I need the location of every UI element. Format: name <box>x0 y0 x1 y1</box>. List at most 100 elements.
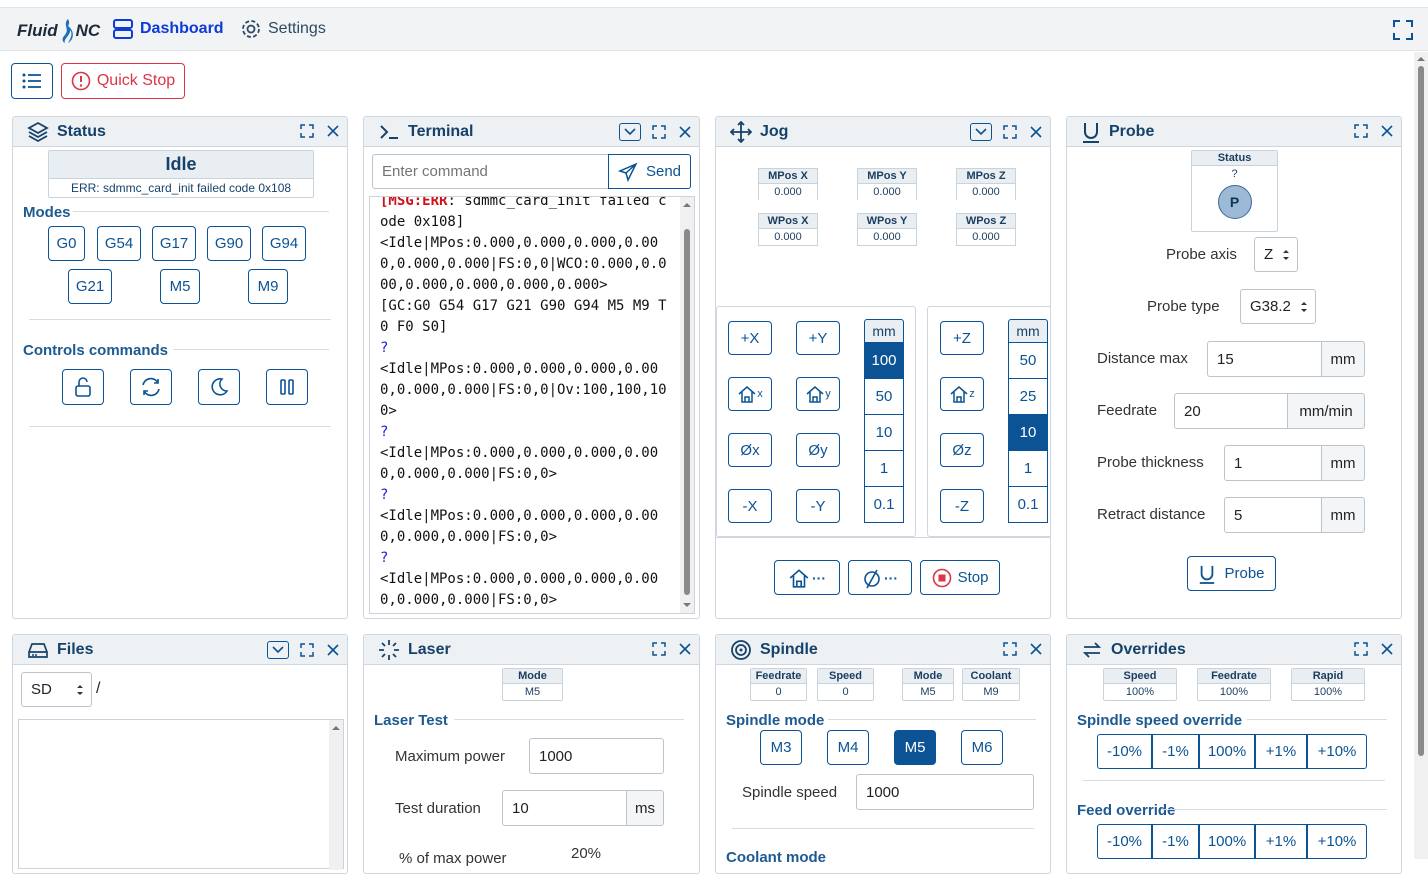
reset-button[interactable] <box>130 369 172 405</box>
collapse-button[interactable] <box>619 123 641 141</box>
zero-x-button[interactable]: Øx <box>728 433 772 467</box>
mode-badge-g21[interactable]: G21 <box>68 269 112 304</box>
nav-dashboard[interactable]: Dashboard <box>112 18 224 40</box>
zero-z-button[interactable]: Øz <box>940 433 984 467</box>
spindle-override-plus10pct[interactable]: +10% <box>1307 734 1367 769</box>
mode-badge-g0[interactable]: G0 <box>48 226 85 261</box>
z-step-1[interactable]: 1 <box>1008 451 1048 487</box>
expand-icon[interactable] <box>1002 641 1018 657</box>
feed-override-plus10pct[interactable]: +10% <box>1307 824 1367 859</box>
probe-button[interactable]: Probe <box>1187 556 1276 591</box>
xy-step-1[interactable]: 1 <box>864 451 904 487</box>
mode-badge-g90[interactable]: G90 <box>207 226 251 261</box>
expand-icon[interactable] <box>299 642 315 658</box>
xy-step-0.1[interactable]: 0.1 <box>864 487 904 523</box>
collapse-button[interactable] <box>970 123 992 141</box>
spindle-mode-m5[interactable]: M5 <box>894 730 936 765</box>
probe-axis-select[interactable]: Z <box>1254 237 1298 272</box>
command-input[interactable] <box>372 154 610 189</box>
z-step-0.1[interactable]: 0.1 <box>1008 487 1048 523</box>
z-step-50[interactable]: 50 <box>1008 343 1048 379</box>
max-power-input[interactable]: 1000 <box>529 738 664 774</box>
spindle-mode-m6[interactable]: M6 <box>961 730 1003 765</box>
feed-override-100pct[interactable]: 100% <box>1199 824 1255 859</box>
expand-icon[interactable] <box>1353 641 1369 657</box>
z-step-10[interactable]: 10 <box>1008 415 1048 451</box>
mode-badge-g54[interactable]: G54 <box>97 226 141 261</box>
close-icon[interactable] <box>1379 641 1395 657</box>
expand-icon[interactable] <box>651 641 667 657</box>
pause-button[interactable] <box>266 369 308 405</box>
probe-type-select[interactable]: G38.2 <box>1240 289 1316 324</box>
drive-select[interactable]: SD <box>21 672 92 707</box>
layers-icon <box>27 121 49 142</box>
spindle-speed-input[interactable]: 1000 <box>856 774 1034 810</box>
probe-field-input[interactable]: 15 <box>1207 341 1322 377</box>
override-stat-label: Rapid <box>1292 669 1364 684</box>
spindle-override-100pct[interactable]: 100% <box>1199 734 1255 769</box>
menu-button[interactable] <box>11 63 53 99</box>
close-icon[interactable] <box>1028 641 1044 657</box>
jog-minus-y-button[interactable]: -Y <box>796 489 840 523</box>
home-z-button[interactable]: z <box>940 377 984 411</box>
collapse-button[interactable] <box>267 641 289 659</box>
expand-icon[interactable] <box>1353 123 1369 139</box>
nav-settings[interactable]: Settings <box>240 18 326 40</box>
feed-override-plus1pct[interactable]: +1% <box>1255 824 1307 859</box>
spindle-mode-m4[interactable]: M4 <box>827 730 869 765</box>
home-icon <box>738 386 756 403</box>
file-list[interactable] <box>18 719 344 870</box>
expand-icon[interactable] <box>1002 124 1018 140</box>
close-icon[interactable] <box>325 123 341 139</box>
close-icon[interactable] <box>677 641 693 657</box>
spindle-override-minus1pct[interactable]: -1% <box>1152 734 1199 769</box>
spindle-override-plus1pct[interactable]: +1% <box>1255 734 1307 769</box>
mode-badge-m5[interactable]: M5 <box>160 269 200 304</box>
spindle-mode-m3[interactable]: M3 <box>760 730 802 765</box>
page-scrollbar[interactable] <box>1414 52 1428 859</box>
jog-minus-z-button[interactable]: -Z <box>940 489 984 523</box>
close-icon[interactable] <box>325 642 341 658</box>
expand-icon[interactable] <box>299 123 315 139</box>
probe-field-input[interactable]: 1 <box>1224 445 1322 481</box>
probe-field-input[interactable]: 20 <box>1174 393 1288 429</box>
fullscreen-icon[interactable] <box>1392 19 1414 46</box>
expand-icon[interactable] <box>651 124 667 140</box>
max-power-percent-value: 20% <box>571 845 602 862</box>
feed-override-minus10pct[interactable]: -10% <box>1097 824 1152 859</box>
zero-y-button[interactable]: Øy <box>796 433 840 467</box>
spindle-override-minus10pct[interactable]: -10% <box>1097 734 1152 769</box>
xy-jog-pad: +X +Y x y Øx Øy -X -Y mm 100 50 10 1 0.1 <box>716 306 916 537</box>
mode-badge-g17[interactable]: G17 <box>152 226 196 261</box>
send-button[interactable]: Send <box>608 154 691 189</box>
terminal-output[interactable]: [MSG:ERR: sdmmc_card_init failed c ode 0x… <box>369 196 695 614</box>
test-duration-input[interactable]: 10 <box>502 790 628 826</box>
zero-all-button[interactable]: ··· <box>848 560 912 595</box>
home-x-button[interactable]: x <box>728 377 772 411</box>
xy-step-10[interactable]: 10 <box>864 415 904 451</box>
close-icon[interactable] <box>1379 123 1395 139</box>
position-readout-wpos-z: WPos Z 0.000 <box>956 213 1016 246</box>
home-y-button[interactable]: y <box>796 377 840 411</box>
close-icon[interactable] <box>677 124 693 140</box>
quick-stop-button[interactable]: Quick Stop <box>61 63 185 99</box>
z-step-25[interactable]: 25 <box>1008 379 1048 415</box>
jog-plus-x-button[interactable]: +X <box>728 321 772 355</box>
file-list-scrollbar[interactable] <box>329 720 343 870</box>
close-icon[interactable] <box>1028 124 1044 140</box>
sleep-button[interactable] <box>198 369 240 405</box>
mode-badge-m9[interactable]: M9 <box>248 269 288 304</box>
jog-plus-z-button[interactable]: +Z <box>940 321 984 355</box>
terminal-scrollbar[interactable] <box>680 197 694 613</box>
fluidnc-logo[interactable]: Fluid NC <box>17 18 100 44</box>
unlock-button[interactable] <box>62 369 104 405</box>
feed-override-minus1pct[interactable]: -1% <box>1152 824 1199 859</box>
jog-stop-button[interactable]: Stop <box>920 560 1000 595</box>
home-all-button[interactable]: ··· <box>774 560 840 595</box>
xy-step-50[interactable]: 50 <box>864 379 904 415</box>
jog-minus-x-button[interactable]: -X <box>728 489 772 523</box>
probe-field-input[interactable]: 5 <box>1224 497 1322 533</box>
jog-plus-y-button[interactable]: +Y <box>796 321 840 355</box>
mode-badge-g94[interactable]: G94 <box>262 226 306 261</box>
xy-step-100[interactable]: 100 <box>864 343 904 379</box>
